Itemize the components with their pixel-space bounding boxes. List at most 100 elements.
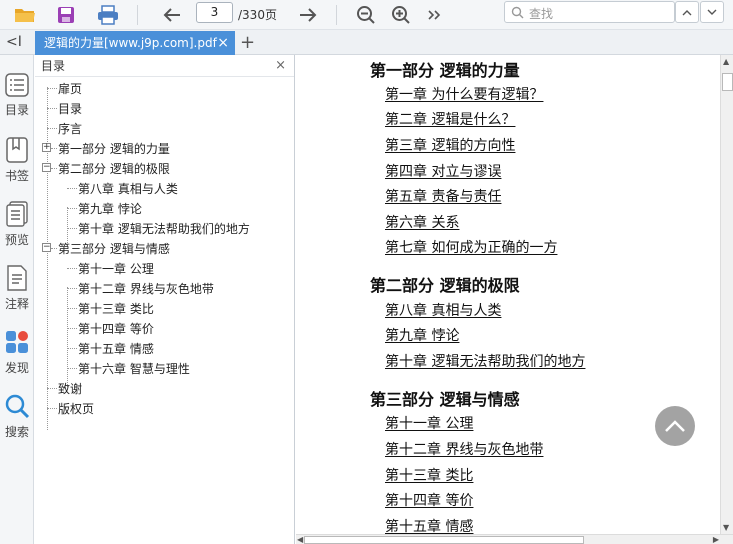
toc-item[interactable]: 目录 <box>58 100 82 117</box>
document-tab[interactable]: 逻辑的力量[www.j9p.com].pdf × <box>35 31 235 55</box>
tree-collapse-button[interactable]: − <box>42 163 51 172</box>
scroll-left-arrow-icon[interactable]: ◀ <box>297 535 303 544</box>
more-tools-icon[interactable] <box>422 3 446 27</box>
chevron-up-icon <box>665 420 685 432</box>
left-rail: 目录 书签 预览 注释 发现 搜索 <box>0 55 34 544</box>
rail-discover[interactable]: 发现 <box>0 329 34 376</box>
next-page-icon[interactable] <box>296 3 320 27</box>
zoom-out-icon[interactable] <box>354 3 378 27</box>
doc-chapter-link[interactable]: 第十五章 情感 <box>385 516 473 534</box>
doc-chapter-link[interactable]: 第三章 逻辑的方向性 <box>385 135 515 155</box>
toolbar-separator <box>336 5 337 25</box>
doc-chapter-link[interactable]: 第十三章 类比 <box>385 465 473 485</box>
doc-part-heading: 第一部分 逻辑的力量 <box>370 61 520 80</box>
page-total: /330页 <box>238 8 277 22</box>
vertical-scroll-thumb[interactable] <box>722 73 733 91</box>
open-folder-icon[interactable] <box>13 3 37 27</box>
toc-item[interactable]: 第一部分 逻辑的力量 <box>58 140 170 157</box>
save-icon[interactable] <box>54 3 78 27</box>
tree-collapse-button[interactable]: − <box>42 243 51 252</box>
toc-item[interactable]: 第十三章 类比 <box>78 300 154 317</box>
toc-panel-close-button[interactable]: × <box>275 55 286 77</box>
toolbar: 3 /330页 查找 <box>0 0 733 30</box>
toc-item[interactable]: 第三部分 逻辑与情感 <box>58 240 170 257</box>
toc-item[interactable]: 第十四章 等价 <box>78 320 154 337</box>
toc-icon <box>5 73 29 97</box>
doc-chapter-link[interactable]: 第十一章 公理 <box>385 413 473 433</box>
tree-line <box>67 188 77 189</box>
doc-chapter-link[interactable]: 第二章 逻辑是什么？ <box>385 109 515 129</box>
vertical-scrollbar[interactable]: ▲ ▼ <box>720 55 733 534</box>
scroll-down-arrow-icon[interactable]: ▼ <box>723 523 729 532</box>
page-number-input[interactable]: 3 <box>196 2 233 23</box>
toc-item[interactable]: 第九章 悖论 <box>78 200 142 217</box>
discover-apps-icon <box>6 331 28 353</box>
tree-line <box>67 288 77 289</box>
back-to-top-button[interactable] <box>655 406 695 446</box>
scroll-right-arrow-icon[interactable]: ▶ <box>713 535 719 544</box>
tab-close-button[interactable]: × <box>217 31 229 55</box>
tree-line <box>67 228 77 229</box>
collapse-sidebar-button[interactable]: <I <box>6 34 22 50</box>
horizontal-scrollbar[interactable]: ◀ ▶ <box>296 534 733 544</box>
doc-chapter-link[interactable]: 第七章 如何成为正确的一方 <box>385 237 557 257</box>
toc-panel-title: 目录 <box>41 59 66 73</box>
zoom-in-icon[interactable] <box>389 3 413 27</box>
toc-item[interactable]: 第二部分 逻辑的极限 <box>58 160 170 177</box>
search-icon <box>5 394 30 419</box>
horizontal-scroll-thumb[interactable] <box>304 536 584 544</box>
tree-expand-button[interactable]: + <box>42 143 51 152</box>
tree-line <box>67 368 77 369</box>
rail-notes[interactable]: 注释 <box>0 265 34 312</box>
rail-search[interactable]: 搜索 <box>0 393 34 440</box>
doc-part-heading: 第三部分 逻辑与情感 <box>370 390 520 409</box>
prev-page-icon[interactable] <box>160 3 184 27</box>
rail-bookmarks[interactable]: 书签 <box>0 137 34 184</box>
doc-chapter-link[interactable]: 第十章 逻辑无法帮助我们的地方 <box>385 351 585 371</box>
rail-search-label: 搜索 <box>4 425 29 439</box>
document-tab-title: 逻辑的力量[www.j9p.com].pdf <box>44 36 217 50</box>
rail-toc-label: 目录 <box>4 103 29 117</box>
tree-line <box>67 268 77 269</box>
tree-line <box>67 348 77 349</box>
toc-item[interactable]: 第十五章 情感 <box>78 340 154 357</box>
search-box[interactable]: 查找 <box>504 1 675 23</box>
toc-item[interactable]: 致谢 <box>58 380 82 397</box>
toc-item[interactable]: 第八章 真相与人类 <box>78 180 178 197</box>
tree-line <box>51 248 57 249</box>
search-icon <box>511 6 524 19</box>
toc-item[interactable]: 扉页 <box>58 80 82 97</box>
pages-preview-icon <box>6 201 28 227</box>
doc-chapter-link[interactable]: 第一章 为什么要有逻辑？ <box>385 84 543 104</box>
new-tab-button[interactable]: + <box>240 32 255 53</box>
toc-item[interactable]: 第十章 逻辑无法帮助我们的地方 <box>78 220 250 237</box>
toc-item[interactable]: 第十二章 界线与灰色地带 <box>78 280 214 297</box>
doc-chapter-link[interactable]: 第四章 对立与谬误 <box>385 161 501 181</box>
toc-item[interactable]: 版权页 <box>58 400 94 417</box>
tree-line <box>47 87 48 430</box>
doc-chapter-link[interactable]: 第六章 关系 <box>385 212 459 232</box>
bookmark-icon <box>6 137 28 163</box>
print-icon[interactable] <box>96 3 120 27</box>
chevron-up-icon <box>682 9 692 15</box>
doc-chapter-link[interactable]: 第十二章 界线与灰色地带 <box>385 439 543 459</box>
doc-chapter-link[interactable]: 第九章 悖论 <box>385 325 459 345</box>
doc-chapter-link[interactable]: 第五章 责备与责任 <box>385 186 501 206</box>
toolbar-separator <box>137 5 138 25</box>
rail-toc[interactable]: 目录 <box>0 73 34 118</box>
document-page: 第一部分 逻辑的力量 第一章 为什么要有逻辑？ 第二章 逻辑是什么？ 第三章 逻… <box>296 55 720 534</box>
doc-chapter-link[interactable]: 第八章 真相与人类 <box>385 300 501 320</box>
search-next-button[interactable] <box>700 1 724 23</box>
tree-line <box>51 168 57 169</box>
doc-chapter-link[interactable]: 第十四章 等价 <box>385 490 473 510</box>
toc-item[interactable]: 第十一章 公理 <box>78 260 154 277</box>
search-prev-button[interactable] <box>675 1 699 23</box>
rail-preview[interactable]: 预览 <box>0 201 34 248</box>
tree-line <box>47 388 57 389</box>
toc-item[interactable]: 序言 <box>58 120 82 137</box>
rail-preview-label: 预览 <box>4 233 29 247</box>
tree-line <box>47 88 57 89</box>
toc-item[interactable]: 第十六章 智慧与理性 <box>78 360 190 377</box>
tree-line <box>67 287 68 387</box>
scroll-up-arrow-icon[interactable]: ▲ <box>723 57 729 66</box>
